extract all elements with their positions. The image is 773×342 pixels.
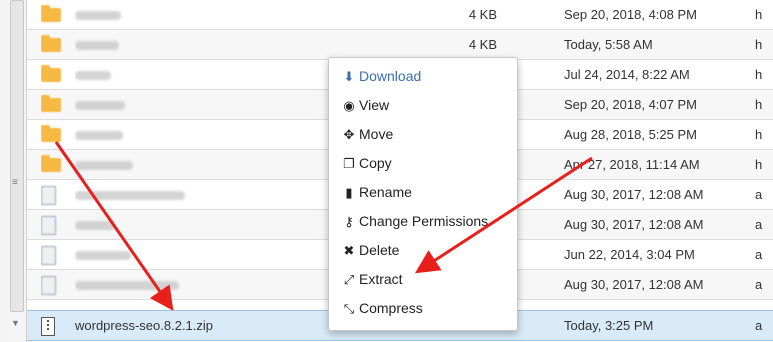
file-type: h (755, 157, 763, 172)
eye-icon: ◉ (343, 98, 355, 113)
file-icon (41, 270, 65, 299)
file-name-redacted (75, 0, 455, 29)
menu-item-compress[interactable]: ⤡ Compress (329, 294, 517, 323)
table-row[interactable]: 4 KB Today, 5:58 AM h (27, 30, 773, 60)
file-name-redacted (75, 30, 455, 59)
file-icon (41, 210, 65, 239)
menu-item-download[interactable]: ⬇ Download (329, 62, 517, 91)
menu-item-extract[interactable]: ⤢ Extract (329, 265, 517, 294)
scroll-down-arrow-icon[interactable]: ▼ (11, 318, 20, 328)
expand-icon: ⤢ (343, 272, 355, 287)
menu-item-move[interactable]: ✥ Move (329, 120, 517, 149)
menu-item-label: Download (359, 68, 422, 84)
file-modified: Aug 28, 2018, 5:25 PM (564, 127, 697, 142)
file-type: h (755, 97, 763, 112)
menu-item-label: Delete (359, 242, 400, 258)
file-type: h (755, 37, 763, 52)
menu-item-delete[interactable]: ✖ Delete (329, 236, 517, 265)
folder-icon (41, 150, 65, 179)
download-icon: ⬇ (343, 69, 355, 84)
file-size: 4 KB (468, 37, 497, 52)
folder-icon (41, 90, 65, 119)
folder-icon (41, 60, 65, 89)
scrollbar-thumb[interactable] (10, 0, 24, 312)
menu-item-label: Change Permissions (359, 213, 489, 229)
file-type: h (755, 127, 763, 142)
file-type: a (755, 277, 763, 292)
file-modified: Jun 22, 2014, 3:04 PM (564, 247, 695, 262)
menu-item-label: Compress (359, 300, 423, 316)
file-type: h (755, 67, 763, 82)
file-type: h (755, 7, 763, 22)
key-icon: ⚷ (344, 214, 354, 229)
menu-item-view[interactable]: ◉ View (329, 91, 517, 120)
file-type: a (755, 187, 763, 202)
file-modified: Aug 30, 2017, 12:08 AM (564, 217, 704, 232)
file-modified: Apr 27, 2018, 11:14 AM (564, 157, 700, 172)
menu-item-label: Extract (359, 271, 403, 287)
file-modified: Sep 20, 2018, 4:07 PM (564, 97, 697, 112)
file-modified: Today, 3:25 PM (564, 318, 654, 333)
menu-item-label: Copy (359, 155, 392, 171)
file-modified: Jul 24, 2014, 8:22 AM (564, 67, 690, 82)
folder-icon (41, 0, 65, 29)
folder-icon (41, 120, 65, 149)
move-arrows-icon: ✥ (343, 127, 355, 142)
file-modified: Aug 30, 2017, 12:08 AM (564, 277, 704, 292)
menu-item-rename[interactable]: ▮ Rename (329, 178, 517, 207)
file-icon (41, 240, 65, 269)
file-icon (41, 180, 65, 209)
file-size: 4 KB (468, 7, 497, 22)
vertical-scrollbar[interactable]: ≡ ▼ (8, 0, 27, 342)
file-modified: Aug 30, 2017, 12:08 AM (564, 187, 704, 202)
scrollbar-grip-icon: ≡ (12, 177, 18, 188)
compress-icon: ⤡ (343, 301, 355, 316)
zip-file-icon (41, 311, 65, 340)
menu-item-copy[interactable]: ❐ Copy (329, 149, 517, 178)
file-type: a (755, 217, 763, 232)
file-modified: Sep 20, 2018, 4:08 PM (564, 7, 697, 22)
menu-item-label: Move (359, 126, 394, 142)
file-icon: ▮ (345, 185, 353, 200)
menu-item-label: View (359, 97, 390, 113)
file-type: a (755, 247, 763, 262)
copy-icon: ❐ (343, 156, 355, 171)
table-row[interactable]: 4 KB Sep 20, 2018, 4:08 PM h (27, 0, 773, 30)
menu-item-label: Rename (359, 184, 412, 200)
context-menu: ⬇ Download ◉ View ✥ Move ❐ Copy ▮ Rename… (328, 57, 518, 331)
x-icon: ✖ (343, 243, 355, 258)
folder-icon (41, 30, 65, 59)
menu-item-change-permissions[interactable]: ⚷ Change Permissions (329, 207, 517, 236)
file-modified: Today, 5:58 AM (564, 37, 653, 52)
file-type: a (755, 318, 763, 333)
